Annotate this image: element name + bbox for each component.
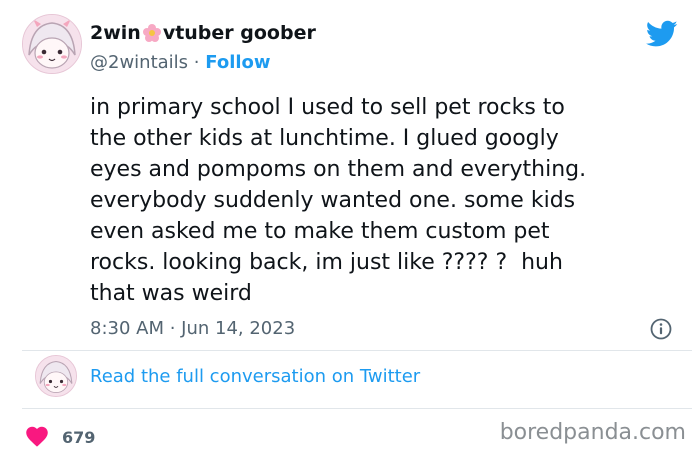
- tweet-timestamp[interactable]: 8:30 AM · Jun 14, 2023: [90, 318, 295, 339]
- conversation-avatar[interactable]: [35, 355, 77, 397]
- author-handle[interactable]: @2wintails: [90, 52, 188, 73]
- twitter-bird-icon[interactable]: [645, 20, 678, 52]
- tweet-text: in primary school I used to sell pet roc…: [90, 95, 587, 306]
- tweet-header: 2win vtuber goober @2wintails · Follow: [22, 12, 682, 82]
- display-name-part2[interactable]: vtuber goober: [163, 22, 316, 44]
- separator-dot: ·: [193, 52, 200, 73]
- divider-bottom: [22, 408, 692, 409]
- info-icon[interactable]: [650, 318, 672, 344]
- watermark: boredpanda.com: [499, 420, 686, 445]
- like-button[interactable]: 679: [24, 424, 95, 451]
- display-name-part1[interactable]: 2win: [90, 22, 141, 44]
- author-avatar[interactable]: [22, 14, 82, 74]
- handle-row: @2wintails · Follow: [90, 50, 316, 76]
- like-count: 679: [62, 428, 96, 447]
- read-conversation-link[interactable]: Read the full conversation on Twitter: [90, 366, 420, 387]
- author-display-name[interactable]: 2win vtuber goober: [90, 20, 316, 50]
- follow-button[interactable]: Follow: [205, 52, 270, 73]
- heart-icon[interactable]: [24, 424, 50, 451]
- flower-icon: [142, 23, 162, 50]
- divider-top: [22, 350, 692, 351]
